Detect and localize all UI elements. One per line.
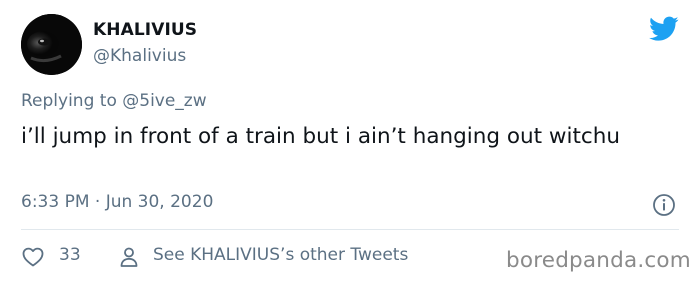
like-count[interactable]: 33 xyxy=(59,245,81,265)
heart-icon[interactable] xyxy=(21,245,45,269)
twitter-bird-icon[interactable] xyxy=(649,16,679,42)
user-icon[interactable] xyxy=(117,245,141,269)
user-handle[interactable]: @Khalivius xyxy=(93,46,186,66)
info-icon[interactable] xyxy=(652,193,676,217)
replying-to-mention[interactable]: @5ive_zw xyxy=(122,91,206,111)
boredpanda-watermark: boredpanda.com xyxy=(506,248,691,273)
replying-to: Replying to @5ive_zw xyxy=(21,91,207,111)
see-other-tweets-link[interactable]: See KHALIVIUS’s other Tweets xyxy=(153,245,408,265)
replying-to-prefix: Replying to xyxy=(21,91,123,111)
tweet-card: KHALIVIUS @Khalivius Replying to @5ive_z… xyxy=(0,0,700,282)
avatar-image xyxy=(21,14,82,75)
tweet-timestamp[interactable]: 6:33 PM · Jun 30, 2020 xyxy=(21,192,213,212)
avatar[interactable] xyxy=(21,14,82,75)
divider xyxy=(21,229,679,230)
tweet-text: i’ll jump in front of a train but i ain’… xyxy=(21,124,620,149)
display-name[interactable]: KHALIVIUS xyxy=(93,20,197,40)
